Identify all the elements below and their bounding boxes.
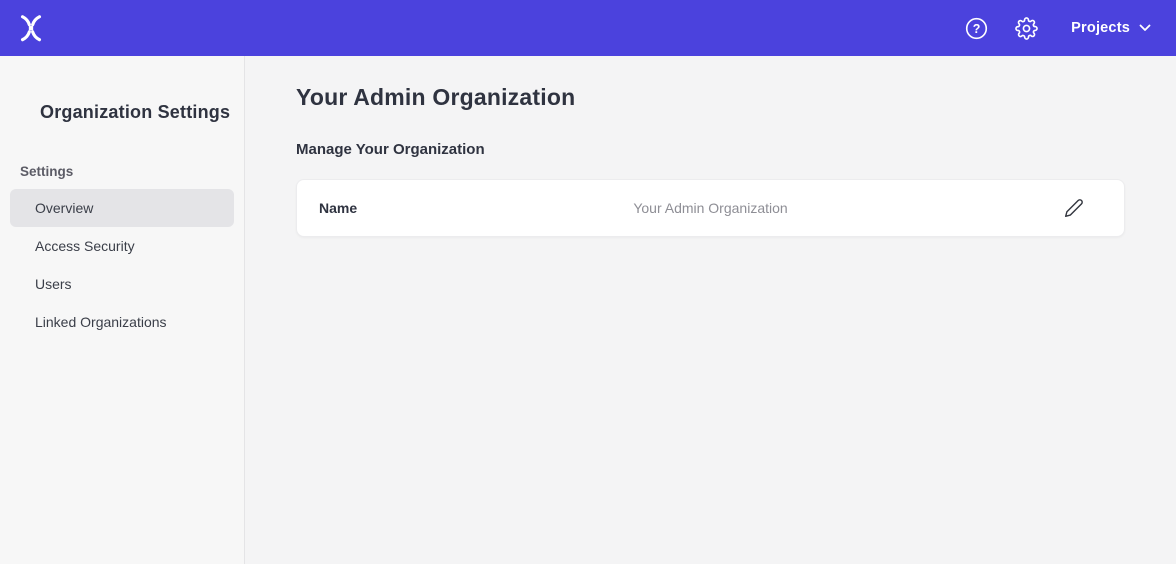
projects-dropdown[interactable]: Projects <box>1071 20 1151 36</box>
sidebar: Organization Settings Settings Overview … <box>0 56 245 564</box>
sidebar-item-overview[interactable]: Overview <box>10 189 234 227</box>
name-value: Your Admin Organization <box>633 200 787 216</box>
section-title: Manage Your Organization <box>296 141 1125 158</box>
svg-text:?: ? <box>973 21 981 35</box>
sidebar-nav: Overview Access Security Users Linked Or… <box>0 189 244 341</box>
main-content: Your Admin Organization Manage Your Orga… <box>245 56 1176 564</box>
edit-name-button[interactable] <box>1064 198 1084 218</box>
projects-label: Projects <box>1071 20 1130 36</box>
sidebar-item-label: Overview <box>35 200 93 216</box>
help-icon: ? <box>965 17 988 40</box>
help-button[interactable]: ? <box>965 17 988 40</box>
sidebar-item-access-security[interactable]: Access Security <box>10 227 234 265</box>
sidebar-item-label: Users <box>35 276 72 292</box>
name-card: Name Your Admin Organization <box>296 179 1125 237</box>
sidebar-item-linked-organizations[interactable]: Linked Organizations <box>10 303 234 341</box>
top-bar: ? Projects <box>0 0 1176 56</box>
name-label: Name <box>319 200 357 216</box>
gear-icon <box>1015 17 1038 40</box>
sidebar-item-label: Linked Organizations <box>35 314 167 330</box>
chevron-down-icon <box>1139 24 1151 32</box>
page-body: Organization Settings Settings Overview … <box>0 56 1176 564</box>
mendix-x-icon <box>16 12 46 44</box>
pencil-icon <box>1064 198 1084 218</box>
sidebar-item-label: Access Security <box>35 238 135 254</box>
page-title: Your Admin Organization <box>296 83 1125 112</box>
settings-button[interactable] <box>1015 17 1038 40</box>
topbar-actions: ? Projects <box>965 17 1151 40</box>
sidebar-item-users[interactable]: Users <box>10 265 234 303</box>
sidebar-title: Organization Settings <box>40 102 244 123</box>
settings-group-label: Settings <box>20 164 244 179</box>
app-logo[interactable] <box>16 12 46 44</box>
